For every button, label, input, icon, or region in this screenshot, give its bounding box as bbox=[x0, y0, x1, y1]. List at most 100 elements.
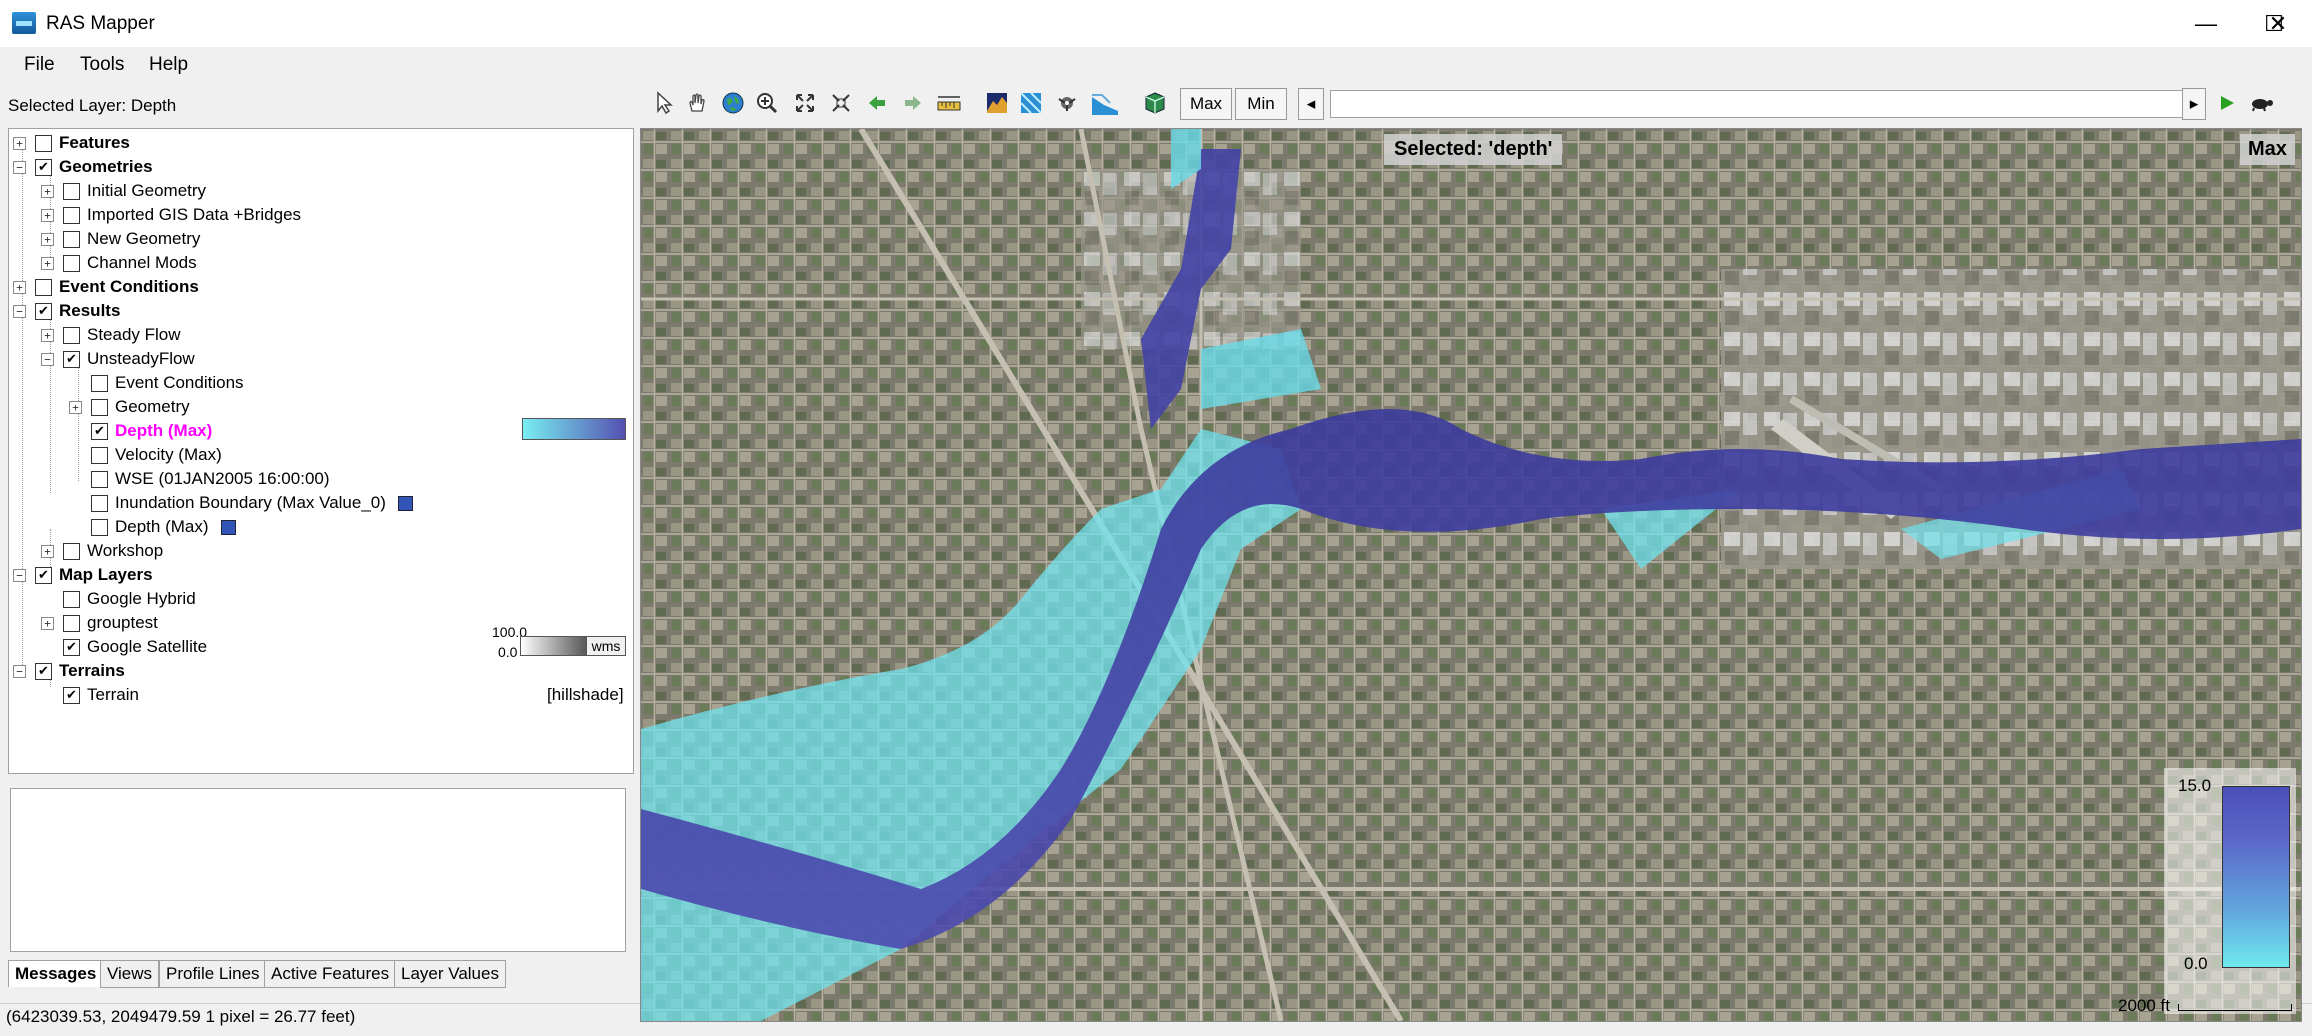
features-checkbox[interactable] bbox=[35, 134, 52, 152]
tree-inundation-boundary[interactable]: Inundation Boundary (Max Value_0) bbox=[115, 493, 386, 513]
uf-geometry-checkbox[interactable] bbox=[91, 398, 108, 416]
channel-mods-checkbox[interactable] bbox=[63, 254, 80, 272]
layer-tree[interactable]: + Features − ✔ Geometries + Initial Geometry… bbox=[8, 128, 634, 774]
close-button[interactable]: ✕ bbox=[2244, 0, 2312, 47]
save-icon[interactable] bbox=[397, 495, 413, 511]
full-extent-icon[interactable] bbox=[826, 88, 856, 118]
map-view[interactable] bbox=[640, 128, 2302, 1022]
tree-velocity-max[interactable]: Velocity (Max) bbox=[115, 445, 222, 465]
tree-new-geometry[interactable]: New Geometry bbox=[87, 229, 200, 249]
tree-map-layers[interactable]: Map Layers bbox=[59, 565, 153, 585]
app-icon bbox=[12, 12, 36, 34]
tree-depth-max-2[interactable]: Depth (Max) bbox=[115, 517, 209, 537]
terrains-checkbox[interactable]: ✔ bbox=[35, 662, 52, 680]
messages-panel[interactable] bbox=[10, 788, 626, 952]
forward-arrow-icon[interactable] bbox=[898, 88, 928, 118]
max-button[interactable]: Max bbox=[1180, 88, 1232, 120]
velocity-max-checkbox[interactable] bbox=[91, 446, 108, 464]
selected-layer-label: Selected Layer: Depth bbox=[8, 96, 177, 115]
initial-geometry-checkbox[interactable] bbox=[63, 182, 80, 200]
save-icon[interactable] bbox=[220, 519, 236, 535]
inundation-boundary-checkbox[interactable] bbox=[91, 494, 108, 512]
depth-color-ramp[interactable] bbox=[522, 418, 626, 440]
sat-min-label: 0.0 bbox=[498, 644, 518, 660]
menu-help[interactable]: Help bbox=[139, 52, 198, 78]
tab-views[interactable]: Views bbox=[100, 960, 160, 988]
globe-icon[interactable] bbox=[718, 88, 748, 118]
title-bar bbox=[0, 0, 2312, 47]
uf-event-conditions-checkbox[interactable] bbox=[91, 374, 108, 392]
imported-gis-checkbox[interactable] bbox=[63, 206, 80, 224]
tree-uf-geometry[interactable]: Geometry bbox=[115, 397, 190, 417]
window-title: RAS Mapper bbox=[46, 13, 155, 34]
play-icon[interactable] bbox=[2212, 88, 2242, 118]
grouptest-checkbox[interactable] bbox=[63, 614, 80, 632]
tree-unsteady-flow[interactable]: UnsteadyFlow bbox=[87, 349, 195, 369]
map-layers-checkbox[interactable]: ✔ bbox=[35, 566, 52, 584]
prev-step-button[interactable]: ◂ bbox=[1298, 88, 1324, 120]
terrain-hillshade-label: [hillshade] bbox=[547, 685, 624, 704]
satellite-opacity-ramp[interactable] bbox=[520, 636, 588, 656]
steady-flow-checkbox[interactable] bbox=[63, 326, 80, 344]
menu-file[interactable]: File bbox=[14, 52, 65, 78]
tree-uf-event-conditions[interactable]: Event Conditions bbox=[115, 373, 244, 393]
tree-features[interactable]: Features bbox=[59, 133, 130, 153]
legend-max-label: 15.0 bbox=[2178, 776, 2212, 795]
tree-steady-flow[interactable]: Steady Flow bbox=[87, 325, 181, 345]
geometries-checkbox[interactable]: ✔ bbox=[35, 158, 52, 176]
tab-messages[interactable]: Messages bbox=[8, 960, 104, 987]
tree-initial-geometry[interactable]: Initial Geometry bbox=[87, 181, 206, 201]
speed-turtle-icon[interactable] bbox=[2246, 88, 2276, 118]
tree-results[interactable]: Results bbox=[59, 301, 120, 321]
tree-geometries[interactable]: Geometries bbox=[59, 157, 153, 177]
depth-max-2-checkbox[interactable] bbox=[91, 518, 108, 536]
tree-terrain[interactable]: Terrain bbox=[87, 685, 139, 705]
menu-bar bbox=[0, 47, 2312, 83]
min-button[interactable]: Min bbox=[1235, 88, 1287, 120]
tree-imported-gis[interactable]: Imported GIS Data +Bridges bbox=[87, 205, 301, 225]
zoom-in-icon[interactable] bbox=[752, 88, 782, 118]
zoom-extents-icon[interactable] bbox=[790, 88, 820, 118]
tree-google-satellite[interactable]: Google Satellite bbox=[87, 637, 207, 657]
status-coordinates: (6423039.53, 2049479.59 1 pixel = 26.77 … bbox=[6, 1007, 356, 1026]
google-satellite-checkbox[interactable]: ✔ bbox=[63, 638, 80, 656]
menu-tools[interactable]: Tools bbox=[70, 52, 134, 78]
event-conditions-checkbox[interactable] bbox=[35, 278, 52, 296]
pan-hand-icon[interactable] bbox=[682, 88, 712, 118]
workshop-checkbox[interactable] bbox=[63, 542, 80, 560]
water-surface-icon[interactable] bbox=[1090, 88, 1120, 118]
tree-workshop[interactable]: Workshop bbox=[87, 541, 163, 561]
legend-min-label: 0.0 bbox=[2184, 954, 2208, 973]
animation-tool-icon[interactable] bbox=[1052, 88, 1082, 118]
wse-checkbox[interactable] bbox=[91, 470, 108, 488]
depth-legend-ramp bbox=[2222, 786, 2290, 968]
back-arrow-icon[interactable] bbox=[862, 88, 892, 118]
time-slider[interactable] bbox=[1330, 90, 2184, 118]
3d-view-icon[interactable] bbox=[1140, 88, 1170, 118]
terrain-profile-icon[interactable] bbox=[982, 88, 1012, 118]
map-selected-label: Selected: 'depth' bbox=[1384, 134, 1563, 165]
depth-max-checkbox[interactable]: ✔ bbox=[91, 422, 108, 440]
tree-google-hybrid[interactable]: Google Hybrid bbox=[87, 589, 196, 609]
measure-icon[interactable] bbox=[934, 88, 964, 118]
tab-active-features[interactable]: Active Features bbox=[264, 960, 397, 988]
tree-channel-mods[interactable]: Channel Mods bbox=[87, 253, 197, 273]
unsteady-flow-checkbox[interactable]: ✔ bbox=[63, 350, 80, 368]
results-checkbox[interactable]: ✔ bbox=[35, 302, 52, 320]
scale-bar bbox=[2178, 1004, 2292, 1011]
terrain-checkbox[interactable]: ✔ bbox=[63, 686, 80, 704]
select-arrow-icon[interactable] bbox=[648, 88, 678, 118]
tree-terrains[interactable]: Terrains bbox=[59, 661, 125, 681]
google-hybrid-checkbox[interactable] bbox=[63, 590, 80, 608]
tree-wse[interactable]: WSE (01JAN2005 16:00:00) bbox=[115, 469, 330, 489]
raster-icon[interactable] bbox=[1016, 88, 1046, 118]
new-geometry-checkbox[interactable] bbox=[63, 230, 80, 248]
map-profile-label: Max bbox=[2240, 134, 2295, 165]
tree-event-conditions[interactable]: Event Conditions bbox=[59, 277, 199, 297]
tree-grouptest[interactable]: grouptest bbox=[87, 613, 158, 633]
wms-label: wms bbox=[586, 636, 626, 656]
next-step-button[interactable]: ▸ bbox=[2182, 88, 2206, 120]
tab-layer-values[interactable]: Layer Values bbox=[394, 960, 506, 988]
tab-profile-lines[interactable]: Profile Lines bbox=[159, 960, 267, 988]
tree-depth-max[interactable]: Depth (Max) bbox=[115, 421, 212, 441]
